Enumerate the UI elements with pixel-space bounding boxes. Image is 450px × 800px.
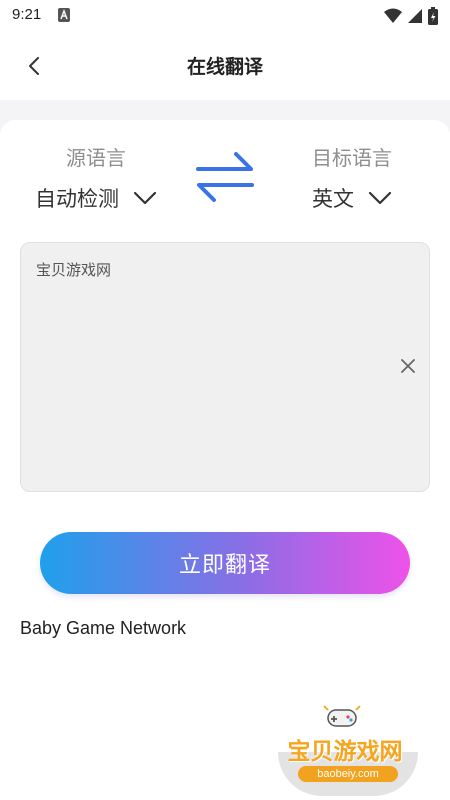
- status-icons: [384, 7, 438, 25]
- translate-button-label: 立即翻译: [178, 553, 271, 578]
- watermark-logo: 宝贝游戏网 baobeiy.com: [270, 700, 440, 798]
- status-bar: 9:21: [0, 0, 450, 32]
- target-language-select[interactable]: 英文: [292, 183, 412, 213]
- status-time: 9:21: [12, 6, 42, 23]
- battery-icon: [428, 7, 438, 25]
- source-text-value[interactable]: 宝贝游戏网: [36, 259, 379, 280]
- translate-button[interactable]: 立即翻译: [40, 532, 410, 594]
- watermark-title: 宝贝游戏网: [287, 739, 403, 765]
- app-header: 在线翻译: [0, 32, 450, 100]
- swap-arrows-icon: [196, 152, 254, 202]
- swap-languages-button[interactable]: [192, 150, 258, 204]
- wifi-icon: [384, 8, 402, 23]
- chevron-down-icon: [133, 191, 157, 205]
- source-text-input[interactable]: 宝贝游戏网: [20, 242, 430, 492]
- watermark-url: baobeiy.com: [298, 766, 398, 782]
- close-icon[interactable]: [399, 357, 417, 375]
- game-controller-icon: [323, 705, 361, 727]
- target-language-value: 英文: [312, 187, 354, 211]
- a-notification-icon: [58, 8, 70, 22]
- source-language-label: 源语言: [66, 146, 126, 170]
- chevron-down-icon: [368, 191, 392, 205]
- source-language-select[interactable]: 自动检测: [26, 183, 166, 213]
- translation-result: Baby Game Network: [20, 618, 187, 638]
- target-language: 目标语言 英文: [292, 142, 412, 213]
- signal-icon: [408, 9, 422, 23]
- page-title: 在线翻译: [186, 56, 263, 78]
- translate-card: 源语言 自动检测 目标语言 英文 宝贝游戏网 立即翻译 Baby Game Ne…: [0, 120, 450, 800]
- target-language-label: 目标语言: [312, 146, 392, 170]
- source-language: 源语言 自动检测: [26, 142, 166, 213]
- source-language-value: 自动检测: [35, 187, 119, 211]
